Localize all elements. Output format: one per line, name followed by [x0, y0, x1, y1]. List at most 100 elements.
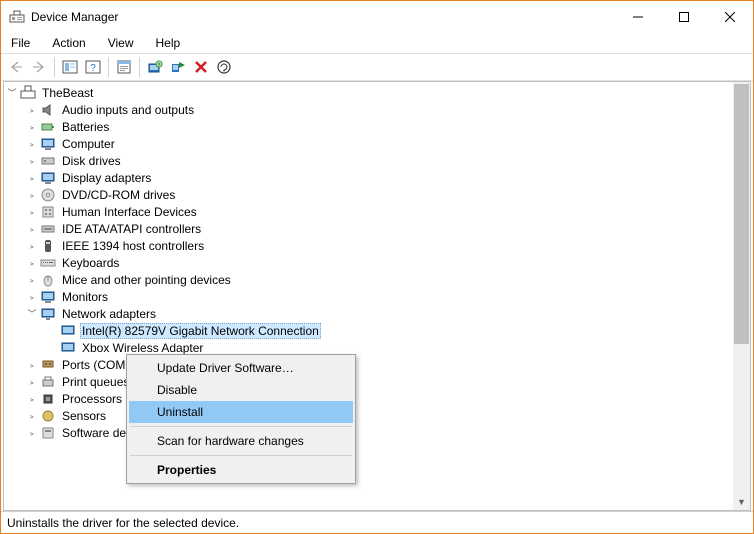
chevron-right-icon[interactable]: ﹥ [26, 120, 38, 133]
back-button[interactable] [5, 56, 27, 78]
chevron-right-icon[interactable]: ﹥ [26, 256, 38, 269]
scrollbar-thumb[interactable] [734, 84, 749, 344]
tree-item[interactable]: ﹥Ports (COM & LPT) [4, 356, 733, 373]
chevron-right-icon[interactable]: ﹥ [26, 103, 38, 116]
update-driver-button[interactable] [144, 56, 166, 78]
tree-item[interactable]: ﹥ Human Interface Devices [4, 203, 733, 220]
maximize-button[interactable] [661, 1, 707, 33]
disable-button[interactable] [167, 56, 189, 78]
sensor-icon [40, 408, 56, 424]
tree-item[interactable]: ﹥ Processors [4, 390, 733, 407]
menu-help[interactable]: Help [152, 35, 185, 51]
tree-item[interactable]: ﹥Audio inputs and outputs [4, 101, 733, 118]
tree-item[interactable]: ﹥Batteries [4, 118, 733, 135]
ctx-separator [130, 426, 352, 427]
tree-item[interactable]: ﹥ Computer [4, 135, 733, 152]
tree-item[interactable]: ﹥ Monitors [4, 288, 733, 305]
chevron-right-icon[interactable]: ﹥ [26, 375, 38, 388]
tree-label: Keyboards [60, 256, 121, 270]
chevron-right-icon[interactable]: ﹥ [26, 290, 38, 303]
dvd-icon [40, 187, 56, 203]
window-title: Device Manager [31, 10, 615, 24]
chevron-right-icon[interactable]: ﹥ [26, 409, 38, 422]
minimize-button[interactable] [615, 1, 661, 33]
menu-action[interactable]: Action [48, 35, 89, 51]
tree-item[interactable]: ﹥Mice and other pointing devices [4, 271, 733, 288]
device-manager-window: Device Manager File Action View Help ? ﹀ [0, 0, 754, 534]
tree-item[interactable]: Xbox Wireless Adapter [4, 339, 733, 356]
svg-text:?: ? [90, 63, 96, 74]
menu-file[interactable]: File [7, 35, 34, 51]
ctx-properties[interactable]: Properties [129, 459, 353, 481]
tree-item[interactable]: ﹥Software devices [4, 424, 733, 441]
chevron-down-icon[interactable]: ﹀ [26, 307, 38, 320]
chevron-right-icon[interactable]: ﹥ [26, 137, 38, 150]
help-button[interactable]: ? [82, 56, 104, 78]
tree-label: Monitors [60, 290, 110, 304]
show-console-tree-button[interactable] [59, 56, 81, 78]
app-icon [9, 9, 25, 25]
display-icon [40, 170, 56, 186]
uninstall-button[interactable] [190, 56, 212, 78]
tree-label: Network adapters [60, 307, 158, 321]
audio-icon [40, 102, 56, 118]
monitor-icon [40, 289, 56, 305]
tree-label: Computer [60, 137, 117, 151]
tree-item[interactable]: ﹥IEEE 1394 host controllers [4, 237, 733, 254]
tree-item-network-adapters[interactable]: ﹀ Network adapters [4, 305, 733, 322]
chevron-right-icon[interactable]: ﹥ [26, 171, 38, 184]
computer-icon [40, 136, 56, 152]
properties-button[interactable] [113, 56, 135, 78]
scan-hardware-button[interactable] [213, 56, 235, 78]
scroll-down-arrow[interactable]: ▼ [733, 493, 750, 510]
printer-icon [40, 374, 56, 390]
ctx-disable[interactable]: Disable [129, 379, 353, 401]
tree-item[interactable]: ﹥Disk drives [4, 152, 733, 169]
tree-item[interactable]: ﹥ DVD/CD-ROM drives [4, 186, 733, 203]
menubar: File Action View Help [1, 33, 753, 53]
device-tree[interactable]: ﹀ TheBeast ﹥Audio inputs and outputs ﹥Ba… [4, 82, 733, 510]
tree-item[interactable]: ﹥Print queues [4, 373, 733, 390]
keyboard-icon [40, 255, 56, 271]
tree-label: Intel(R) 82579V Gigabit Network Connecti… [80, 323, 321, 339]
tree-label: Processors [60, 392, 124, 406]
close-button[interactable] [707, 1, 753, 33]
tree-label: Sensors [60, 409, 108, 423]
network-icon [40, 306, 56, 322]
tree-item-selected[interactable]: Intel(R) 82579V Gigabit Network Connecti… [4, 322, 733, 339]
tree-item[interactable]: ﹥ Display adapters [4, 169, 733, 186]
tree-label: Xbox Wireless Adapter [80, 341, 205, 355]
chevron-right-icon[interactable]: ﹥ [26, 358, 38, 371]
tree-label: DVD/CD-ROM drives [60, 188, 177, 202]
chevron-right-icon[interactable]: ﹥ [26, 392, 38, 405]
chevron-right-icon[interactable]: ﹥ [26, 239, 38, 252]
tree-item[interactable]: ﹥ Sensors [4, 407, 733, 424]
battery-icon [40, 119, 56, 135]
tree-item[interactable]: ﹥ Keyboards [4, 254, 733, 271]
status-text: Uninstalls the driver for the selected d… [7, 516, 239, 530]
chevron-right-icon[interactable]: ﹥ [26, 273, 38, 286]
tree-pane: ﹀ TheBeast ﹥Audio inputs and outputs ﹥Ba… [3, 81, 751, 511]
chevron-right-icon[interactable]: ﹥ [26, 154, 38, 167]
chevron-right-icon[interactable]: ﹥ [26, 426, 38, 439]
ctx-update-driver[interactable]: Update Driver Software… [129, 357, 353, 379]
tree-label: Human Interface Devices [60, 205, 199, 219]
chevron-right-icon[interactable]: ﹥ [26, 188, 38, 201]
tree-label: Display adapters [60, 171, 153, 185]
tree-label: IDE ATA/ATAPI controllers [60, 222, 203, 236]
network-adapter-icon [60, 340, 76, 356]
menu-view[interactable]: View [104, 35, 138, 51]
chevron-down-icon[interactable]: ﹀ [6, 86, 18, 99]
toolbar: ? [1, 53, 753, 81]
status-bar: Uninstalls the driver for the selected d… [1, 511, 753, 533]
tree-root[interactable]: ﹀ TheBeast [4, 84, 733, 101]
forward-button[interactable] [28, 56, 50, 78]
vertical-scrollbar[interactable]: ▲ ▼ [733, 82, 750, 510]
ide-icon [40, 221, 56, 237]
chevron-right-icon[interactable]: ﹥ [26, 205, 38, 218]
ctx-scan-hardware[interactable]: Scan for hardware changes [129, 430, 353, 452]
tree-item[interactable]: ﹥ IDE ATA/ATAPI controllers [4, 220, 733, 237]
port-icon [40, 357, 56, 373]
ctx-uninstall[interactable]: Uninstall [129, 401, 353, 423]
chevron-right-icon[interactable]: ﹥ [26, 222, 38, 235]
